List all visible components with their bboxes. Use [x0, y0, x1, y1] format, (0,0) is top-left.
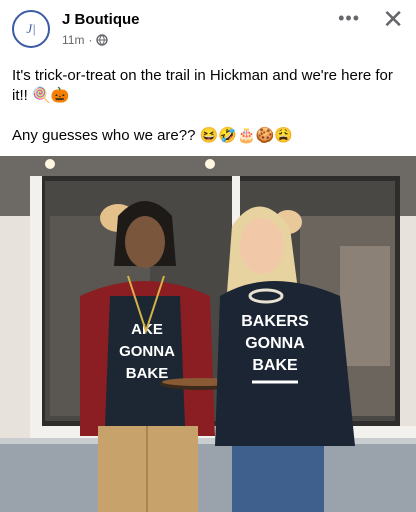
post-photo[interactable]: AKE GONNA BAKE BAKERS GONNA BAKE: [0, 156, 416, 512]
svg-text:GONNA: GONNA: [119, 343, 175, 360]
globe-icon: [96, 34, 109, 46]
svg-text:BAKE: BAKE: [252, 357, 298, 374]
post-meta: 11m ·: [62, 33, 109, 47]
post-time[interactable]: 11m: [62, 33, 84, 47]
post-text-line1: It's trick-or-treat on the trail in Hick…: [12, 67, 393, 104]
more-icon: •••: [338, 8, 360, 28]
page-name[interactable]: J Boutique: [62, 11, 140, 28]
photo-illustration: AKE GONNA BAKE BAKERS GONNA BAKE: [0, 156, 416, 512]
svg-text:BAKERS: BAKERS: [241, 313, 309, 330]
close-button[interactable]: ✕: [382, 4, 404, 34]
close-icon: ✕: [382, 4, 404, 34]
post-header: J| J Boutique 11m · ••• ✕: [0, 0, 416, 60]
more-options-button[interactable]: •••: [338, 8, 360, 29]
svg-text:BAKE: BAKE: [126, 365, 169, 382]
post-text-line2: Any guesses who we are?? 😆🤣🎂🍪😩: [12, 127, 293, 144]
svg-text:GONNA: GONNA: [245, 335, 305, 352]
boutique-logo: J|: [26, 21, 36, 36]
page-avatar[interactable]: J|: [12, 10, 50, 48]
